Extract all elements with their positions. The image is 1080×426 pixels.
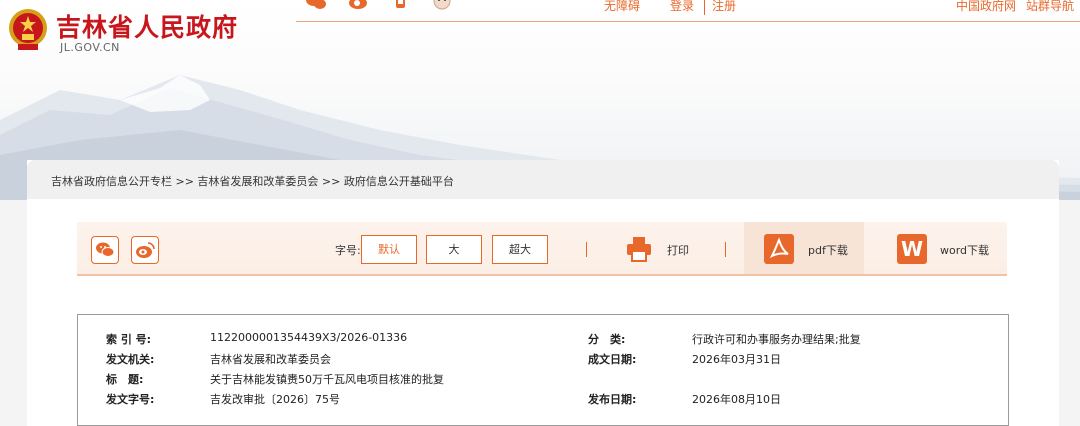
publish-date-label: 发布日期: xyxy=(588,393,637,406)
issuer-value: 吉林省发展和改革委员会 xyxy=(210,353,331,366)
weibo-icon[interactable] xyxy=(348,0,368,10)
wechat-icon[interactable] xyxy=(306,0,326,10)
accessibility-link[interactable]: 无障碍 xyxy=(604,0,640,14)
pdf-download-button[interactable]: pdf下载 xyxy=(808,242,848,258)
mascot-icon[interactable] xyxy=(432,0,452,10)
breadcrumb-bar: 吉林省政府信息公开专栏 >> 吉林省发展和改革委员会 >> 政府信息公开基础平台 xyxy=(27,160,1059,199)
topbar-divider xyxy=(296,21,1080,22)
top-social-icons xyxy=(306,0,452,10)
issuer-label: 发文机关: xyxy=(106,353,155,366)
mobile-icon[interactable] xyxy=(390,0,410,10)
login-link[interactable]: 登录 xyxy=(670,0,694,14)
print-button[interactable]: 打印 xyxy=(667,242,689,258)
index-number-label: 索 引 号: xyxy=(106,333,152,346)
toolbar-divider xyxy=(586,242,587,257)
publish-date-value: 2026年08月10日 xyxy=(692,393,781,406)
doc-number-label: 发文字号: xyxy=(106,393,155,406)
font-size-label: 字号: xyxy=(335,244,361,257)
register-link[interactable]: 注册 xyxy=(712,0,736,14)
printer-icon[interactable] xyxy=(625,235,653,263)
font-size-default-button[interactable]: 默认 xyxy=(361,235,417,264)
content-panel: 吉林省政府信息公开专栏 >> 吉林省发展和改革委员会 >> 政府信息公开基础平台… xyxy=(27,160,1059,426)
written-date-value: 2026年03月31日 xyxy=(692,353,781,366)
breadcrumb[interactable]: 吉林省政府信息公开专栏 >> 吉林省发展和改革委员会 >> 政府信息公开基础平台 xyxy=(51,173,454,189)
gov-portal-link[interactable]: 中国政府网 xyxy=(956,0,1016,14)
document-metadata-table: 索 引 号: 1122000001354439X3/2026-01336 分 类… xyxy=(77,314,1009,426)
written-date-label: 成文日期: xyxy=(588,353,637,366)
toolbar-divider xyxy=(725,242,726,257)
wechat-icon xyxy=(96,242,114,257)
article-toolbar: 字号: 默认 大 超大 打印 pdf下载 W word下载 xyxy=(77,222,1007,276)
pdf-download-zone[interactable]: pdf下载 xyxy=(744,222,864,274)
index-number-value: 1122000001354439X3/2026-01336 xyxy=(210,331,408,344)
site-nav-link[interactable]: 站群导航 xyxy=(1026,0,1074,14)
title-value: 关于吉林能发镇赉50万千瓦风电项目核准的批复 xyxy=(210,373,444,386)
category-label: 分 类: xyxy=(588,333,626,346)
font-size-large-button[interactable]: 大 xyxy=(426,235,482,264)
font-size-xlarge-button[interactable]: 超大 xyxy=(492,235,548,264)
doc-number-value: 吉发改审批〔2026〕75号 xyxy=(210,393,340,406)
weibo-icon xyxy=(136,242,155,258)
pdf-icon xyxy=(764,234,794,264)
site-domain: JL.GOV.CN xyxy=(60,41,120,54)
login-register-separator xyxy=(704,0,705,15)
site-title[interactable]: 吉林省人民政府 xyxy=(56,8,238,44)
national-emblem-icon xyxy=(9,9,47,50)
title-label: 标 题: xyxy=(106,373,144,386)
share-wechat-button[interactable] xyxy=(91,236,119,264)
word-download-button[interactable]: word下载 xyxy=(940,242,989,258)
word-icon: W xyxy=(897,234,927,264)
share-weibo-button[interactable] xyxy=(131,236,159,264)
category-value: 行政许可和办事服务办理结果;批复 xyxy=(692,333,861,346)
